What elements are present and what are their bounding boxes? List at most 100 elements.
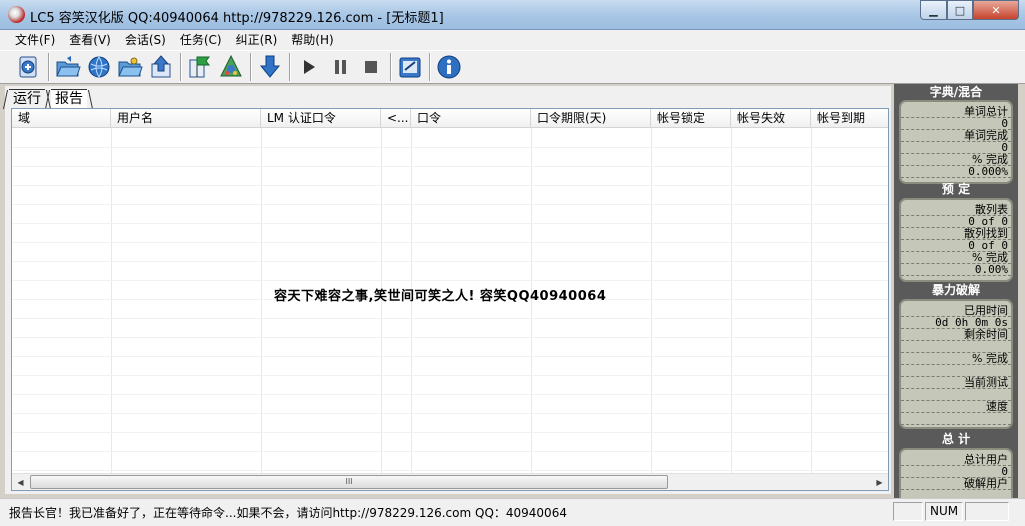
open-session-button[interactable] [53, 52, 83, 82]
grid-column-line [811, 128, 812, 474]
precalc-stats: 散列表 0 of 0 散列找到 0 of 0 % 完成 0.00% [899, 198, 1013, 282]
grid-row-line [12, 204, 888, 205]
grid-row-line [12, 375, 888, 376]
toolbar-separator [180, 53, 182, 81]
wizard-button[interactable] [185, 52, 215, 82]
stat-value: 0.00% [901, 264, 1011, 276]
tab-run[interactable]: 运行 [9, 89, 45, 108]
menu-session[interactable]: 会话(S) [118, 30, 173, 50]
new-session-button[interactable] [14, 52, 44, 82]
column-domain[interactable]: 域 [12, 109, 111, 128]
chevron-left-icon: ◀ [17, 477, 24, 487]
app-icon[interactable] [8, 6, 25, 23]
close-button[interactable]: ✕ [973, 0, 1019, 20]
grid-row-line [12, 451, 888, 452]
horizontal-scrollbar[interactable]: ◀ III ▶ [12, 473, 888, 490]
menu-task[interactable]: 任务(C) [173, 30, 229, 50]
pause-button[interactable] [325, 52, 355, 82]
minimize-icon: ▁ [929, 3, 938, 17]
open-folder-icon [56, 56, 81, 77]
menu-file[interactable]: 文件(F) [8, 30, 62, 50]
grid-row-line [12, 413, 888, 414]
stat-label: 速度 [901, 401, 1011, 413]
import-globe-button[interactable] [84, 52, 114, 82]
grid-row-line [12, 432, 888, 433]
toolbar-separator [429, 53, 431, 81]
play-icon [304, 60, 315, 74]
menu-remediate[interactable]: 纠正(R) [229, 30, 285, 50]
summary-section-title: 总 计 [941, 432, 971, 446]
grid-row-line [12, 261, 888, 262]
wizard-flag-icon [189, 56, 210, 78]
toolbar-separator [289, 53, 291, 81]
stat-value: 0.000% [901, 166, 1011, 178]
dictionary-stats: 单词总计 0 单词完成 0 % 完成 0.000% [899, 100, 1013, 184]
scroll-right-button[interactable]: ▶ [871, 474, 888, 490]
grid-row-line [12, 470, 888, 471]
open-folder-2-button[interactable] [115, 52, 145, 82]
tab-strip: 运行 报告 [9, 88, 87, 108]
menu-help[interactable]: 帮助(H) [284, 30, 340, 50]
maximize-button[interactable]: □ [947, 0, 973, 20]
status-bar: 报告长官！我已准备好了，正在等待命令...如果不会，请访问http://9782… [0, 498, 1025, 526]
pause-icon [335, 60, 346, 74]
brute-force-section-title: 暴力破解 [931, 283, 980, 297]
settings-button[interactable] [395, 52, 425, 82]
column-lm-partial[interactable]: <... [381, 109, 411, 128]
column-password[interactable]: 口令 [411, 109, 531, 128]
play-button[interactable] [294, 52, 324, 82]
maximize-icon: □ [954, 3, 966, 17]
dictionary-icon [220, 54, 242, 77]
grid-header: 域 用户名 LM 认证口令 <... 口令 口令期限(天) 帐号锁定 帐号失效 … [12, 109, 888, 128]
stop-button[interactable] [356, 52, 386, 82]
grid-row-line [12, 394, 888, 395]
report-grid[interactable]: 域 用户名 LM 认证口令 <... 口令 口令期限(天) 帐号锁定 帐号失效 … [11, 108, 889, 491]
banner-text: 容天下难容之事,笑世间可笑之人! 容笑QQ40940064 [274, 289, 607, 304]
stat-label: 破解用户 [901, 478, 1011, 490]
download-button[interactable] [255, 52, 285, 82]
stat-label: 单词总计 [901, 106, 1011, 118]
dictionary-button[interactable] [216, 52, 246, 82]
grid-row-line [12, 356, 888, 357]
scroll-left-button[interactable]: ◀ [12, 474, 29, 490]
grid-row-line [12, 318, 888, 319]
grid-column-line [261, 128, 262, 474]
toolbar-separator [390, 53, 392, 81]
stat-label: 剩余时间 [901, 329, 1011, 341]
tab-report[interactable]: 报告 [51, 89, 87, 108]
import-up-icon [151, 55, 171, 78]
column-username[interactable]: 用户名 [111, 109, 261, 128]
title-bar: LC5 容笑汉化版 QQ:40940064 http://978229.126.… [0, 0, 1025, 30]
stat-label: 当前测试 [901, 377, 1011, 389]
grid-column-line [651, 128, 652, 474]
column-account-locked[interactable]: 帐号锁定 [651, 109, 731, 128]
column-account-disabled[interactable]: 帐号失效 [731, 109, 811, 128]
column-password-age[interactable]: 口令期限(天) [531, 109, 651, 128]
brute-force-stats: 已用时间 0d 0h 0m 0s 剩余时间 % 完成 当前测试 速度 [899, 299, 1013, 429]
info-icon [437, 55, 461, 79]
close-icon: ✕ [991, 3, 1001, 17]
grid-row-line [12, 185, 888, 186]
grid-column-line [731, 128, 732, 474]
stat-value [901, 413, 1011, 425]
stats-panel: 字典/混合 单词总计 0 单词完成 0 % 完成 0.000% 预 定 散列表 … [894, 84, 1018, 498]
import-globe-icon [88, 56, 110, 78]
window-controls: ▁ □ ✕ [920, 0, 1019, 20]
stat-value [901, 490, 1011, 498]
menu-view[interactable]: 查看(V) [62, 30, 118, 50]
chevron-right-icon: ▶ [876, 477, 883, 487]
scroll-grip: III [345, 477, 353, 486]
info-button[interactable] [434, 52, 464, 82]
toolbar-separator [48, 53, 50, 81]
toolbar-separator [250, 53, 252, 81]
settings-icon [399, 57, 421, 78]
stop-icon [365, 61, 377, 73]
grid-row-line [12, 280, 888, 281]
column-lm-hash[interactable]: LM 认证口令 [261, 109, 381, 128]
main-area: 运行 报告 域 用户名 LM 认证口令 <... 口令 口令期限(天) 帐号锁定… [5, 86, 891, 494]
scroll-thumb[interactable]: III [30, 475, 668, 489]
num-lock-indicator: NUM [925, 502, 963, 521]
column-account-expires[interactable]: 帐号到期 [811, 109, 888, 128]
minimize-button[interactable]: ▁ [920, 0, 947, 20]
import-up-button[interactable] [146, 52, 176, 82]
